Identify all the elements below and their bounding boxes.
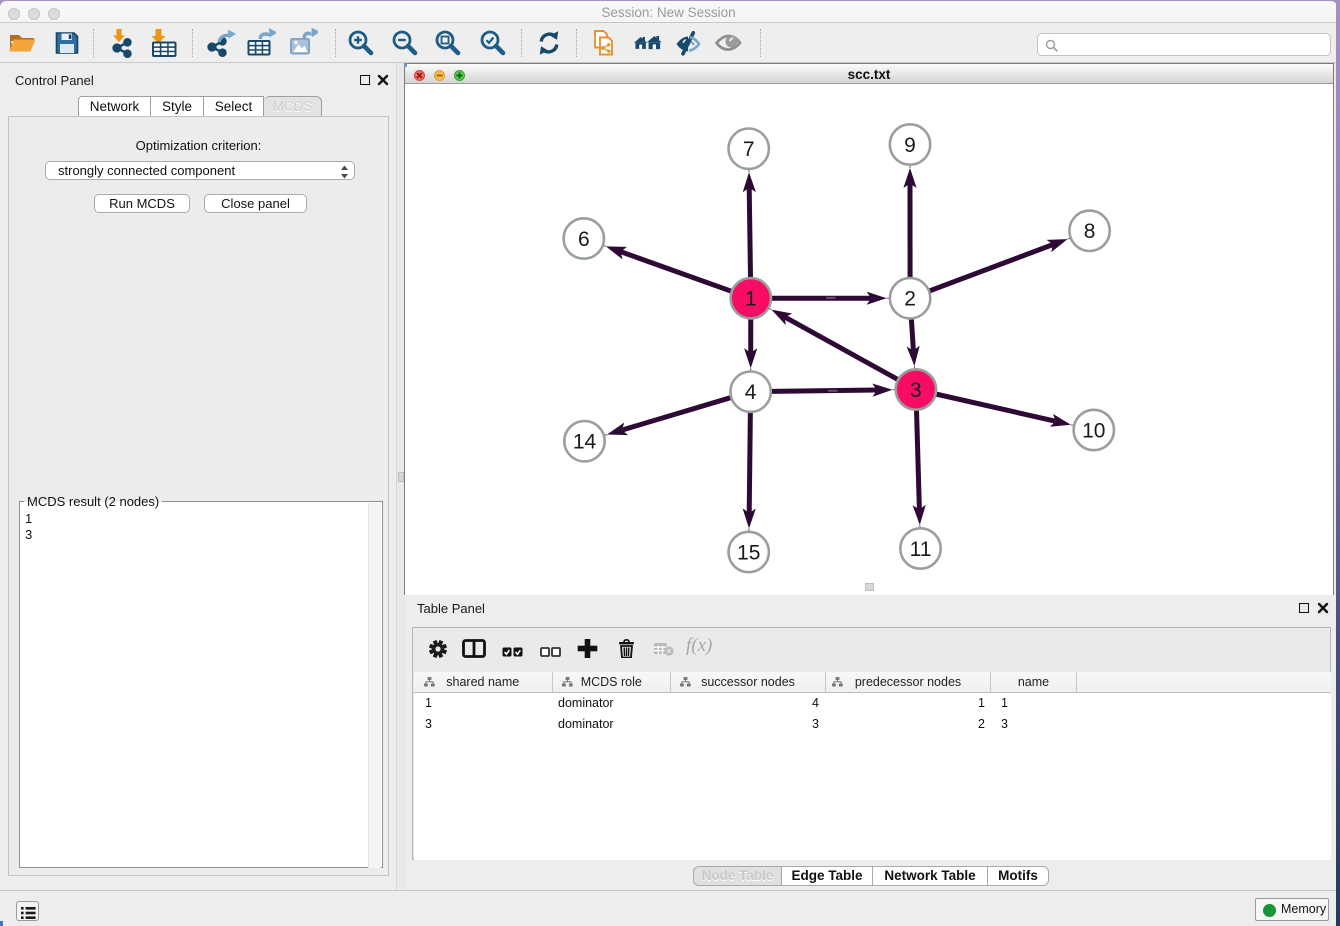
svg-text:7: 7 [743, 138, 755, 161]
svg-text:2: 2 [904, 288, 916, 311]
svg-text:11: 11 [910, 538, 932, 561]
svg-text:15: 15 [737, 541, 760, 564]
svg-text:1: 1 [745, 288, 757, 311]
svg-text:6: 6 [578, 228, 590, 251]
svg-text:4: 4 [745, 381, 757, 404]
svg-text:8: 8 [1084, 220, 1096, 243]
svg-text:9: 9 [904, 134, 916, 157]
svg-text:3: 3 [910, 379, 922, 402]
svg-text:10: 10 [1082, 419, 1105, 442]
svg-text:14: 14 [573, 431, 597, 454]
